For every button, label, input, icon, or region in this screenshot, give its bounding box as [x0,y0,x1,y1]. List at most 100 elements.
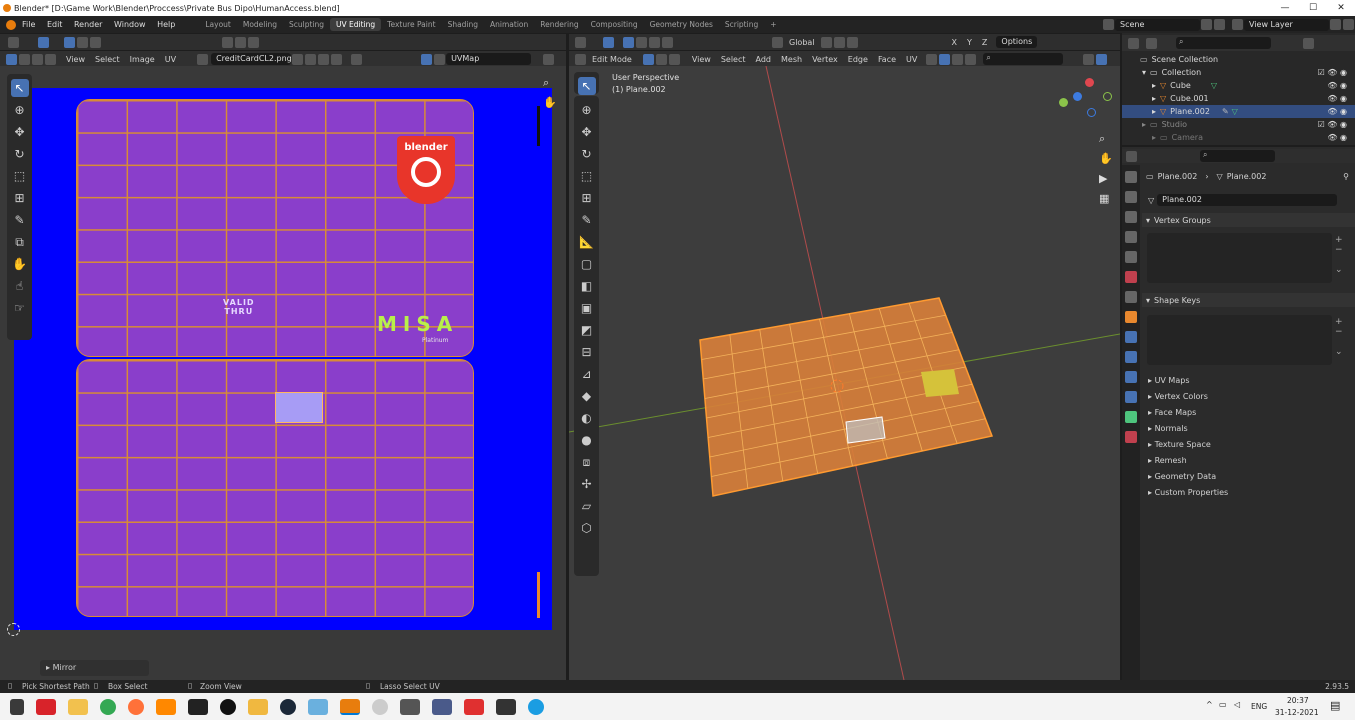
cube001-visibility-icons[interactable]: 👁 ◉ [1327,94,1347,103]
vp-scale-tool-icon[interactable]: ⬚ [578,167,596,185]
axis-x-toggle[interactable]: X [947,38,962,47]
pinch-tool-icon[interactable]: ☞ [11,299,29,317]
material-tab-icon[interactable] [1125,431,1137,443]
uv-menu-view[interactable]: View [61,55,90,64]
vp-annotate-tool-icon[interactable]: ✎ [578,211,596,229]
select-tool-icon[interactable] [38,36,49,48]
xray-icon[interactable] [926,53,938,65]
close-button[interactable]: ✕ [1327,0,1355,16]
zoom-icon[interactable]: ⌕ [543,76,549,90]
open-image-icon[interactable] [318,53,330,65]
properties-search[interactable]: ⌕ [1200,150,1275,162]
panel-face-maps[interactable]: ▸ Face Maps [1148,408,1196,417]
camera-visibility-icons[interactable]: 👁 ◉ [1327,133,1347,142]
constraints-tab-icon[interactable] [1125,391,1137,403]
object-tab-icon[interactable] [1125,311,1137,323]
viewport-select-invert-icon[interactable] [662,36,673,48]
menu-render[interactable]: Render [74,20,102,29]
plane002-visibility-icons[interactable]: 👁 ◉ [1327,107,1347,116]
face-mode-icon[interactable] [668,53,680,65]
start-icon[interactable] [10,698,24,715]
collection-tab-icon[interactable] [1125,291,1137,303]
navigation-gizmo[interactable] [1059,78,1112,128]
notifications-icon[interactable]: ▤ [1330,699,1340,712]
redo-panel[interactable]: ▸ Mirror [40,660,149,676]
vp-menu-vertex[interactable]: Vertex [807,55,843,64]
app-red-icon[interactable] [464,698,484,715]
app-photoshop-icon[interactable] [188,698,208,715]
vertex-mode-icon[interactable] [642,53,654,65]
panel-normals[interactable]: ▸ Normals [1148,424,1188,433]
filter-icon[interactable] [1303,37,1314,49]
mesh-data-tab-icon[interactable] [1125,411,1137,423]
display-channels-icon[interactable] [543,53,555,65]
relax-tool-icon[interactable]: ☝ [11,277,29,295]
scale-tool-icon[interactable]: ⬚ [11,167,29,185]
gizmo-neg-z-icon[interactable] [1087,108,1096,117]
3d-viewport[interactable]: User Perspective (1) Plane.002 ↖ ⊕ ✥ ↻ ⬚… [569,66,1120,680]
cursor-tool-icon[interactable]: ⊕ [11,101,29,119]
viewport-search-field[interactable]: ⌕ [983,53,1064,65]
panel-remesh[interactable]: ▸ Remesh [1148,456,1187,465]
properties-editor-icon[interactable] [1126,150,1137,162]
grab-tool-icon[interactable]: ✋ [11,255,29,273]
vp-transform-tool-icon[interactable]: ⊞ [578,189,596,207]
vp-rip-icon[interactable]: ⬡ [578,519,596,537]
panel-vertex-colors[interactable]: ▸ Vertex Colors [1148,392,1208,401]
outliner-search[interactable]: ⌕ [1176,37,1271,49]
shape-keys-header[interactable]: ▾ Shape Keys [1142,293,1355,307]
options-dropdown[interactable]: Options [996,36,1038,48]
vp-shear-icon[interactable]: ▱ [578,497,596,515]
vp-shrink-icon[interactable]: ✢ [578,475,596,493]
vp-menu-select[interactable]: Select [716,55,751,64]
vp-loopcut-icon[interactable]: ⊟ [578,343,596,361]
tab-modeling[interactable]: Modeling [237,18,283,31]
orientation-dropdown[interactable]: Global [784,38,820,47]
vp-polybuild-icon[interactable]: ◆ [578,387,596,405]
tab-animation[interactable]: Animation [484,18,534,31]
blender-menu-icon[interactable] [6,19,16,30]
app-inkscape-icon[interactable] [400,698,420,715]
add-workspace-button[interactable]: + [764,18,782,31]
viewport-proportional-icon[interactable] [846,36,858,48]
scene-tab-icon[interactable] [1125,251,1137,263]
app-unreal-icon[interactable] [220,698,236,715]
uv-scroll-indicator[interactable] [537,572,540,618]
pin-icon[interactable]: ⚲ [1343,172,1349,181]
fake-user-icon[interactable] [292,53,304,65]
vp-spin-icon[interactable]: ◐ [578,409,596,427]
vp-edge-slide-icon[interactable]: ⧈ [578,453,596,471]
outliner-item-studio[interactable]: ▸ ▭ Studio ☑ 👁 ◉ [1122,118,1355,131]
gizmo-neg-y-icon[interactable] [1103,92,1112,101]
tab-texture-paint[interactable]: Texture Paint [381,18,441,31]
select-subtract-icon[interactable] [90,36,101,48]
tab-geometry-nodes[interactable]: Geometry Nodes [644,18,719,31]
view-layer-tab-icon[interactable] [1125,231,1137,243]
vp-menu-edge[interactable]: Edge [843,55,873,64]
vp-cursor-tool-icon[interactable]: ⊕ [578,101,596,119]
shading-solid-icon[interactable] [939,53,951,65]
gizmo-x-icon[interactable] [1085,78,1094,87]
viewport-editor-type-icon[interactable] [575,36,586,48]
tool-tab-icon[interactable] [1125,171,1137,183]
outliner-item-cube001[interactable]: ▸ ▽ Cube.001 👁 ◉ [1122,92,1355,105]
panel-custom-properties[interactable]: ▸ Custom Properties [1148,488,1228,497]
delete-scene-icon[interactable] [1214,19,1225,30]
vp-menu-face[interactable]: Face [873,55,901,64]
gizmo-z-icon[interactable] [1073,92,1082,101]
pivot-icon[interactable] [222,36,233,48]
app-tool-icon[interactable] [432,698,452,715]
app-opera-icon[interactable] [36,698,56,715]
expand-arrow-icon[interactable]: ▸ [1142,120,1146,129]
app-firefox-icon[interactable] [128,698,144,715]
tab-shading[interactable]: Shading [442,18,484,31]
mode-dropdown[interactable]: Edit Mode [587,55,637,64]
view-layer-field[interactable]: View Layer [1244,18,1329,31]
move-tool-icon[interactable]: ✥ [11,123,29,141]
vp-move-tool-icon[interactable]: ✥ [578,123,596,141]
select-extend-icon[interactable] [77,36,88,48]
expand-arrow-icon[interactable]: ▾ [1142,68,1146,77]
overlay-icon[interactable] [421,53,433,65]
outliner-item-cube[interactable]: ▸ ▽ Cube ▽ 👁 ◉ [1122,79,1355,92]
app-steam-icon[interactable] [280,698,296,715]
